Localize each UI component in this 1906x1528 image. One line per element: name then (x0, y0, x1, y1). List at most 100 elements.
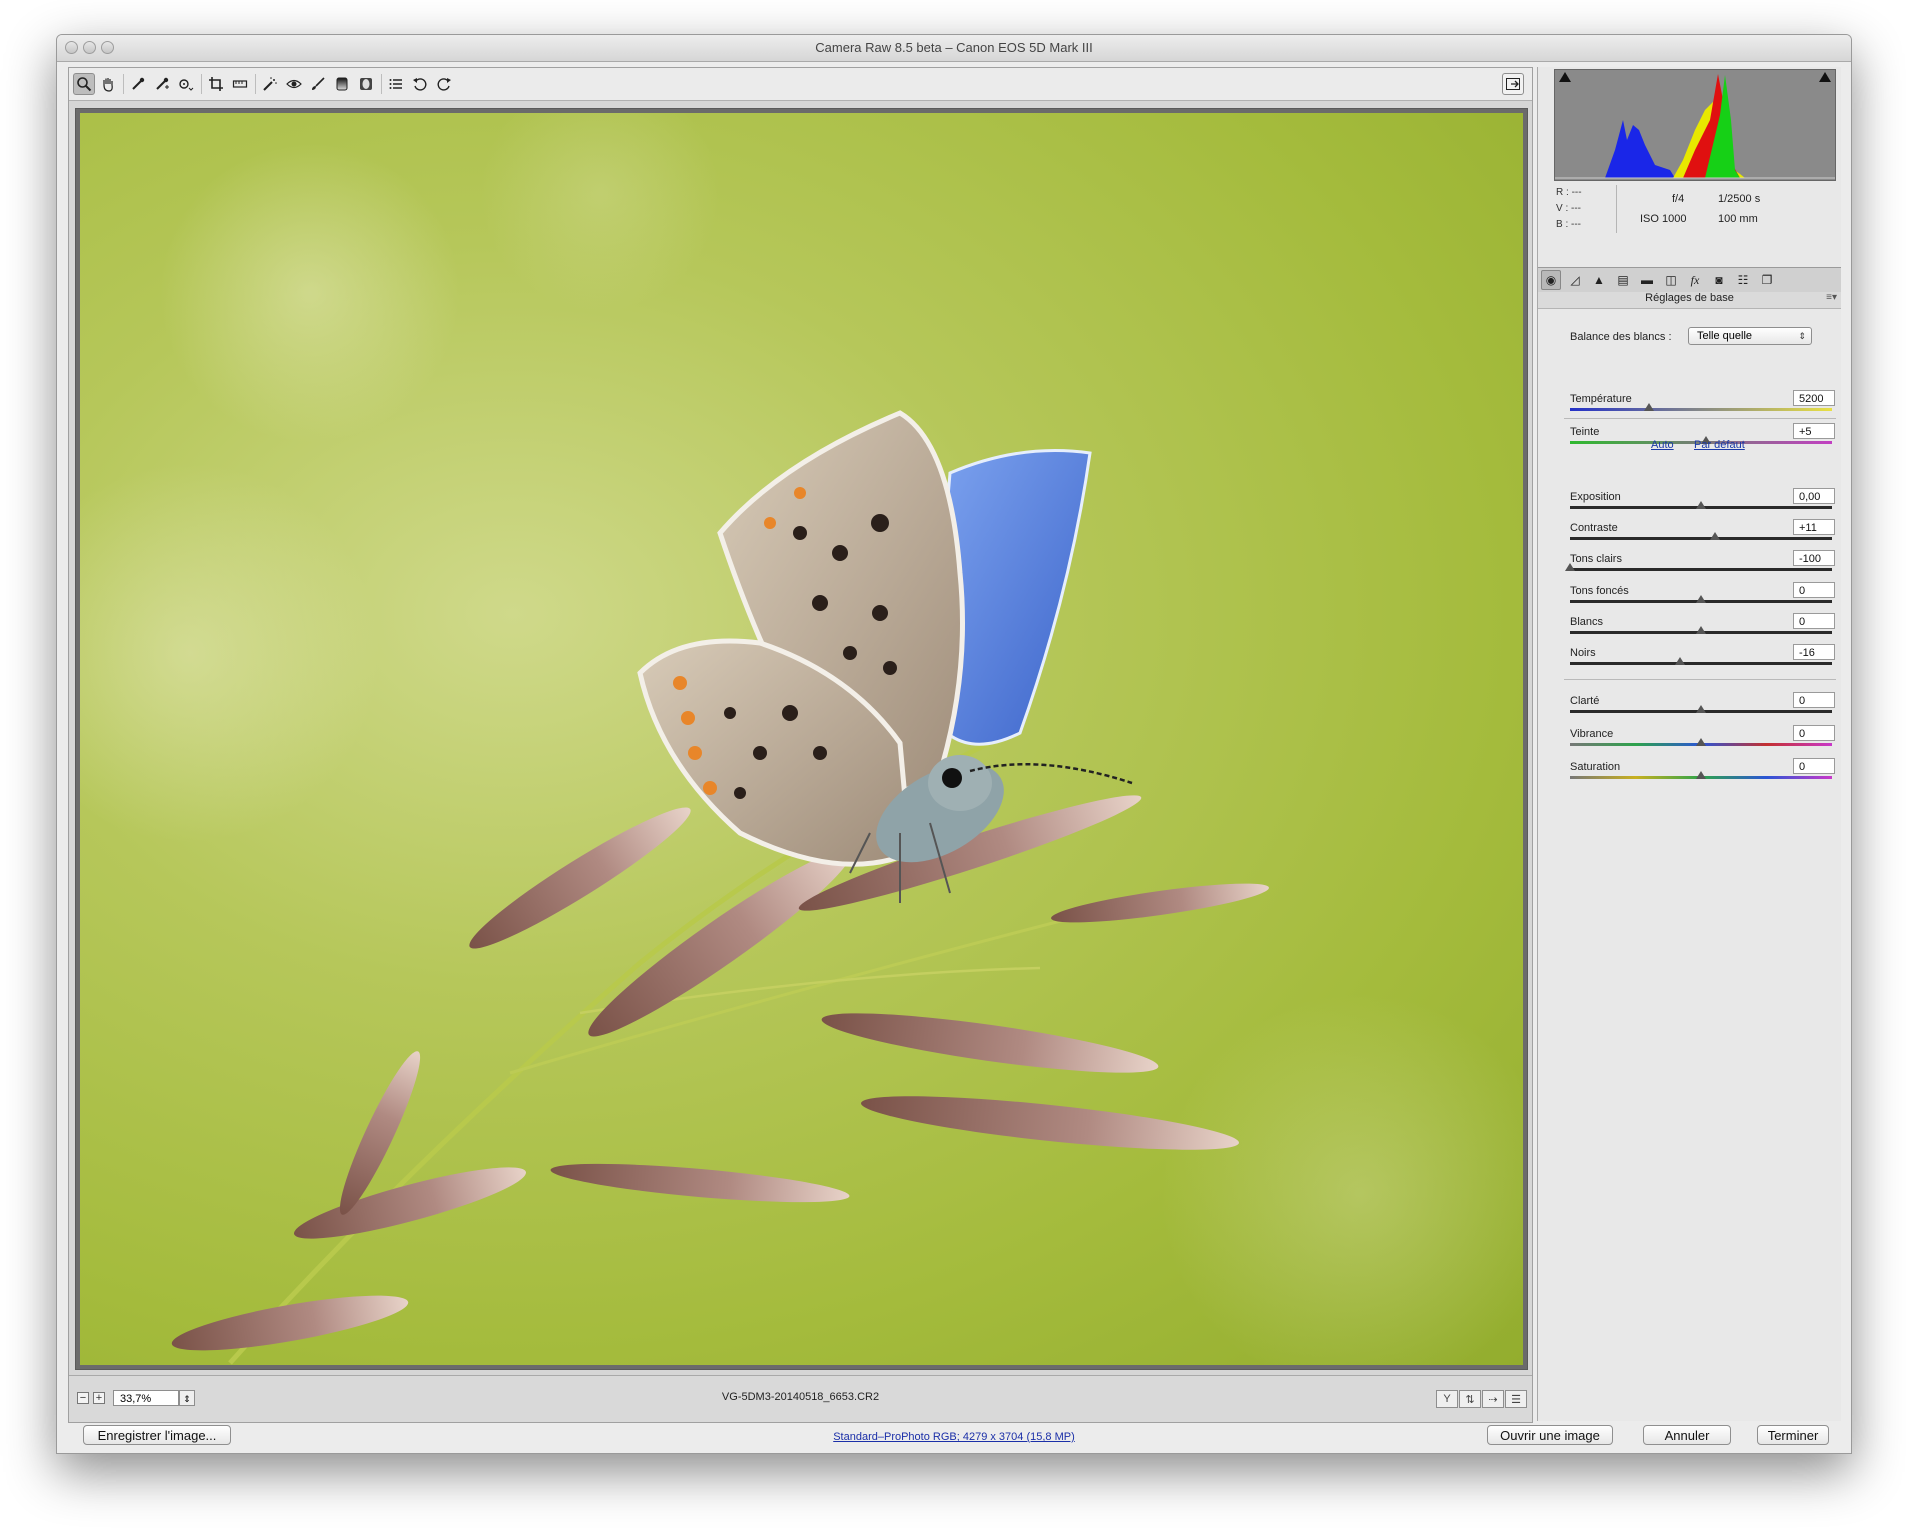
split-toning-icon: ▬ (1641, 273, 1653, 287)
white-balance-value: Telle quelle (1697, 330, 1753, 342)
shadow-clipping-icon[interactable] (1559, 72, 1571, 82)
fullscreen-button[interactable] (1502, 73, 1524, 95)
hand-icon (103, 78, 113, 92)
window-title: Camera Raw 8.5 beta – Canon EOS 5D Mark … (815, 40, 1093, 55)
spot-removal-icon (263, 77, 277, 91)
vibrance-value-field[interactable]: 0 (1793, 725, 1835, 741)
whites-value-field[interactable]: 0 (1793, 613, 1835, 629)
default-link[interactable]: Par défaut (1694, 439, 1745, 451)
tab-hsl[interactable]: ▤ (1613, 270, 1633, 290)
red-eye-tool[interactable] (283, 73, 305, 95)
panel-menu-icon[interactable]: ≡▾ (1826, 292, 1837, 303)
crop-tool[interactable] (205, 73, 227, 95)
temperature-slider[interactable] (1570, 408, 1832, 411)
compare-view-button[interactable]: Y (1436, 1390, 1458, 1408)
contrast-value-field[interactable]: +11 (1793, 519, 1835, 535)
exposure-slider-thumb[interactable] (1696, 501, 1706, 509)
auto-link[interactable]: Auto (1651, 439, 1674, 451)
spot-removal-tool[interactable] (259, 73, 281, 95)
copy-settings-button[interactable]: ⇢ (1482, 1390, 1504, 1408)
highlights-slider[interactable] (1570, 568, 1832, 571)
done-button[interactable]: Terminer (1757, 1425, 1829, 1445)
clarity-slider-thumb[interactable] (1696, 705, 1706, 713)
photo-butterfly (80, 113, 1523, 1365)
highlights-value-field[interactable]: -100 (1793, 550, 1835, 566)
white-balance-tool[interactable] (127, 73, 149, 95)
exif-aperture: f/4 (1672, 193, 1685, 205)
highlight-clipping-icon[interactable] (1819, 72, 1831, 82)
file-name: VG-5DM3-20140518_6653.CR2 (721, 1391, 880, 1403)
clarity-value-field[interactable]: 0 (1793, 692, 1835, 708)
open-image-button[interactable]: Ouvrir une image (1487, 1425, 1613, 1445)
crop-icon (209, 77, 223, 91)
curve-icon: ◿ (1570, 273, 1580, 287)
color-sampler-tool[interactable] (151, 73, 173, 95)
tab-effects[interactable]: fx (1685, 270, 1705, 290)
exif-iso: ISO 1000 (1640, 213, 1687, 225)
shadows-slider-thumb[interactable] (1696, 595, 1706, 603)
rotate-left-button[interactable] (409, 73, 431, 95)
straighten-icon (232, 80, 248, 88)
tint-label: Teinte (1570, 426, 1600, 438)
shadows-value-field[interactable]: 0 (1793, 582, 1835, 598)
white-balance-label: Balance des blancs : (1570, 331, 1672, 343)
zoom-tool[interactable] (73, 73, 95, 95)
temperature-slider-thumb[interactable] (1643, 403, 1654, 411)
snapshots-icon: ❐ (1761, 273, 1773, 287)
whites-slider-thumb[interactable] (1696, 626, 1706, 634)
hsl-icon: ▤ (1617, 273, 1629, 287)
toggle-settings-button[interactable]: ☰ (1505, 1390, 1527, 1408)
exposure-value-field[interactable]: 0,00 (1793, 488, 1835, 504)
tool-bar (69, 68, 1532, 101)
tab-presets[interactable]: ☷ (1733, 270, 1753, 290)
temperature-value-field[interactable]: 5200 (1793, 390, 1835, 406)
preferences-button[interactable] (385, 73, 407, 95)
tab-camera-calibration[interactable]: ◙ (1709, 270, 1729, 290)
contrast-slider[interactable] (1570, 537, 1832, 540)
exif-shutter: 1/2500 s (1718, 193, 1761, 205)
updown-arrow-icon: ⇕ (1798, 331, 1806, 341)
red-eye-icon (286, 79, 302, 89)
panel-tabs: ◉ ◿ ▲ ▤ ▬ ◫ fx ◙ ☷ ❐ (1538, 267, 1841, 293)
tab-basic[interactable]: ◉ (1541, 270, 1561, 290)
camera-raw-window: Camera Raw 8.5 beta – Canon EOS 5D Mark … (56, 34, 1852, 1454)
straighten-tool[interactable] (229, 73, 251, 95)
contrast-label: Contraste (1570, 522, 1618, 534)
vibrance-label: Vibrance (1570, 728, 1614, 740)
blacks-value-field[interactable]: -16 (1793, 644, 1835, 660)
tab-detail[interactable]: ▲ (1589, 270, 1609, 290)
swap-settings-button[interactable]: ⇅ (1459, 1390, 1481, 1408)
radial-filter-tool[interactable] (355, 73, 377, 95)
rotate-right-button[interactable] (433, 73, 455, 95)
tab-tone-curve[interactable]: ◿ (1565, 270, 1585, 290)
color-sampler-icon (156, 77, 169, 90)
swap-icon: ⇅ (1465, 1393, 1475, 1406)
highlights-slider-thumb[interactable] (1565, 563, 1575, 571)
red-readout: R : --- (1556, 187, 1582, 198)
saturation-value-field[interactable]: 0 (1793, 758, 1835, 774)
contrast-slider-thumb[interactable] (1710, 532, 1721, 540)
white-balance-select[interactable]: Telle quelle ⇕ (1688, 327, 1812, 345)
tab-snapshots[interactable]: ❐ (1757, 270, 1777, 290)
image-canvas[interactable] (75, 108, 1528, 1370)
adjustments-panel: R : --- V : --- B : --- f/4 1/2500 s ISO… (1537, 67, 1841, 1421)
histogram (1554, 69, 1836, 181)
blacks-slider[interactable] (1570, 662, 1832, 665)
rotate-right-icon (437, 78, 451, 91)
vibrance-slider-thumb[interactable] (1696, 738, 1706, 746)
saturation-slider-thumb[interactable] (1696, 771, 1706, 779)
hand-tool[interactable] (97, 73, 119, 95)
cancel-button[interactable]: Annuler (1643, 1425, 1731, 1445)
tint-value-field[interactable]: +5 (1793, 423, 1835, 439)
graduated-filter-tool[interactable] (331, 73, 353, 95)
saturation-label: Saturation (1570, 761, 1621, 773)
tab-lens-corrections[interactable]: ◫ (1661, 270, 1681, 290)
tab-split-toning[interactable]: ▬ (1637, 270, 1657, 290)
magnifier-icon (77, 77, 92, 92)
blacks-slider-thumb[interactable] (1675, 657, 1686, 665)
exposure-label: Exposition (1570, 491, 1621, 503)
adjustment-brush-tool[interactable] (307, 73, 329, 95)
camera-icon: ◙ (1715, 273, 1723, 287)
targeted-adjustment-tool[interactable] (175, 73, 197, 95)
lens-icon: ◫ (1665, 273, 1677, 287)
